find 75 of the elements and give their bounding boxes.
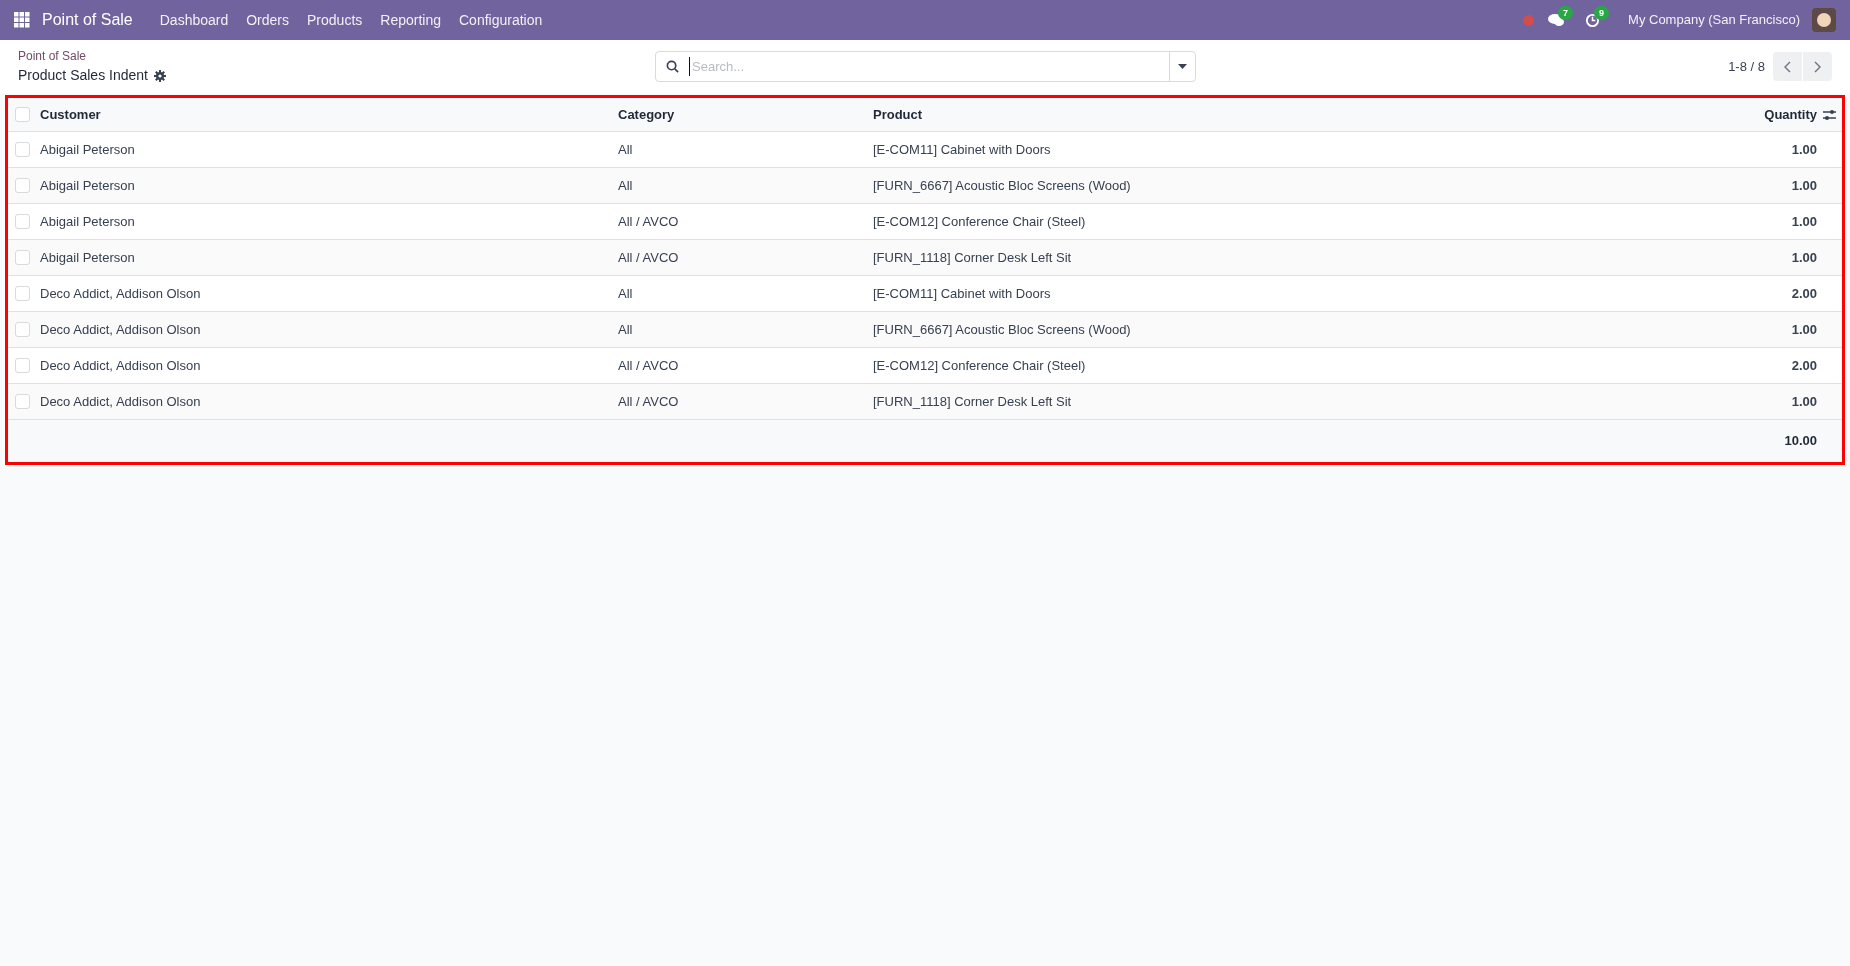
table-cell-text: [FURN_6667] Acoustic Bloc Screens (Wood): [873, 320, 1132, 339]
table-cell-text: Abigail Peterson: [40, 212, 136, 231]
chevron-right-icon: [1814, 60, 1821, 73]
quantity-total: 10.00: [1784, 432, 1817, 451]
message-count-badge: 7: [1558, 6, 1574, 20]
company-switcher[interactable]: My Company (San Francisco): [1628, 10, 1800, 30]
menu-item[interactable]: Configuration: [450, 9, 552, 31]
table-cell-text: 1.00: [1790, 392, 1817, 411]
table-cell-text: All / AVCO: [618, 356, 680, 375]
row-checkbox[interactable]: [15, 250, 30, 265]
table-cell-text: Deco Addict, Addison Olson: [40, 356, 202, 375]
table-cell-text: All / AVCO: [618, 392, 680, 411]
table-cell-text: 1.00: [1790, 212, 1817, 231]
table-cell-text: All / AVCO: [618, 212, 680, 231]
apps-grid-icon[interactable]: [14, 12, 30, 28]
page-title: Product Sales Indent: [18, 66, 148, 85]
table-cell-text: [FURN_6667] Acoustic Bloc Screens (Wood): [873, 176, 1132, 195]
table-cell-text: [E-COM11] Cabinet with Doors: [873, 140, 1052, 159]
pager-value: 1-8 / 8: [1728, 57, 1765, 76]
menu-item[interactable]: Orders: [237, 9, 299, 31]
table-cell-text: [FURN_1118] Corner Desk Left Sit: [873, 392, 1073, 411]
table-cell-text: 2.00: [1790, 284, 1817, 303]
table-cell-text: Deco Addict, Addison Olson: [40, 284, 202, 303]
table-cell-text: Abigail Peterson: [40, 176, 136, 195]
table-cell-text: [E-COM11] Cabinet with Doors: [873, 284, 1052, 303]
user-avatar[interactable]: [1812, 8, 1836, 32]
previous-page-button[interactable]: [1773, 52, 1802, 81]
table-cell-text: [E-COM12] Conference Chair (Steel): [873, 356, 1087, 375]
table-row[interactable]: Deco Addict, Addison Olson All [FURN_6667] Acoustic Bloc Screens (Wood) 1.00: [8, 312, 1842, 348]
caret-icon: [1178, 64, 1187, 69]
table-row[interactable]: Deco Addict, Addison Olson All / AVCO [FURN_1118] Corner Desk Left Sit 1.00: [8, 384, 1842, 420]
table-cell-text: 1.00: [1790, 176, 1817, 195]
menu-item[interactable]: Reporting: [371, 9, 450, 31]
table-cell-text: [E-COM12] Conference Chair (Steel): [873, 212, 1087, 231]
gear-icon[interactable]: [154, 69, 166, 82]
table-row[interactable]: Abigail Peterson All / AVCO [FURN_1118] Corner Desk Left Sit 1.00: [8, 240, 1842, 276]
search-bar[interactable]: Search...: [655, 51, 1196, 82]
table-row[interactable]: Abigail Peterson All [FURN_6667] Acoustic Bloc Screens (Wood) 1.00: [8, 168, 1842, 204]
row-checkbox[interactable]: [15, 358, 30, 373]
breadcrumb-link[interactable]: Point of Sale: [18, 47, 655, 65]
column-settings-icon[interactable]: [1823, 108, 1836, 121]
table-cell-text: 1.00: [1790, 248, 1817, 267]
column-header[interactable]: Customer: [40, 104, 618, 125]
app-name[interactable]: Point of Sale: [42, 8, 133, 32]
table-cell-text: All: [618, 176, 634, 195]
row-checkbox[interactable]: [15, 178, 30, 193]
table-cell-text: All: [618, 284, 634, 303]
row-checkbox[interactable]: [15, 394, 30, 409]
search-icon: [666, 60, 679, 73]
table-cell-text: Deco Addict, Addison Olson: [40, 392, 202, 411]
row-checkbox[interactable]: [15, 286, 30, 301]
column-header[interactable]: Category: [618, 104, 873, 125]
activity-count-badge: 9: [1594, 5, 1610, 20]
chevron-left-icon: [1784, 60, 1791, 73]
table-cell-text: Deco Addict, Addison Olson: [40, 320, 202, 339]
row-checkbox[interactable]: [15, 214, 30, 229]
clock-icon[interactable]: [1585, 12, 1601, 28]
table-cell-text: All: [618, 140, 634, 159]
next-page-button[interactable]: [1803, 52, 1832, 81]
menu-item[interactable]: Dashboard: [150, 9, 238, 31]
row-checkbox[interactable]: [15, 107, 30, 122]
table-cell-text: 1.00: [1790, 320, 1817, 339]
table-cell-text: Abigail Peterson: [40, 140, 136, 159]
menu-item[interactable]: Products: [298, 9, 372, 31]
table-cell-text: [FURN_1118] Corner Desk Left Sit: [873, 248, 1073, 267]
table-cell-text: Abigail Peterson: [40, 248, 136, 267]
column-header[interactable]: Quantity: [1617, 104, 1817, 125]
column-header[interactable]: Product: [873, 104, 1617, 125]
table-cell-text: All / AVCO: [618, 248, 680, 267]
search-field[interactable]: Search...: [689, 56, 1169, 77]
table-cell-text: All: [618, 320, 634, 339]
table-cell-text: 1.00: [1790, 140, 1817, 159]
row-checkbox[interactable]: [15, 142, 30, 157]
row-checkbox[interactable]: [15, 322, 30, 337]
table-cell-text: 2.00: [1790, 356, 1817, 375]
